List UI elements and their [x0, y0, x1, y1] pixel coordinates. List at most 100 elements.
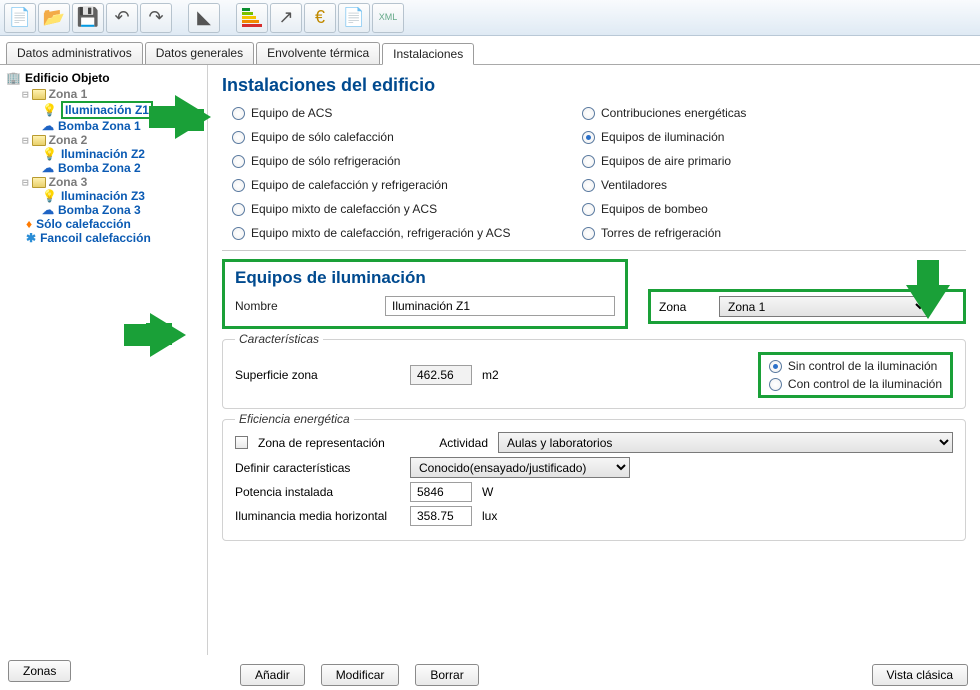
name-label: Nombre [235, 299, 375, 313]
opt-label: Ventiladores [601, 178, 667, 192]
tree-root[interactable]: 🏢 Edificio Objeto [2, 69, 205, 87]
classic-view-button[interactable]: Vista clásica [872, 664, 968, 686]
ilum-unit: lux [482, 509, 497, 523]
tree-item-label: Sólo calefacción [36, 217, 131, 231]
rep-label: Zona de representación [258, 436, 408, 450]
tab-envelope[interactable]: Envolvente térmica [256, 42, 380, 64]
opt-acs[interactable]: Equipo de ACS [232, 106, 582, 120]
opt-label: Equipo de sólo refrigeración [251, 154, 400, 168]
folder-icon [32, 177, 46, 188]
activity-label: Actividad [418, 436, 488, 450]
zone-select[interactable]: Zona 1 [719, 296, 929, 317]
opt-label: Sin control de la iluminación [788, 359, 937, 373]
opt-label: Equipos de iluminación [601, 130, 724, 144]
opt-label: Equipo mixto de calefacción y ACS [251, 202, 437, 216]
def-select[interactable]: Conocido(ensayado/justificado) [410, 457, 630, 478]
tree-item-label: Bomba Zona 3 [58, 203, 141, 217]
cost-icon[interactable]: € [304, 3, 336, 33]
ilum-label: Iluminancia media horizontal [235, 509, 400, 523]
opt-calef-refrig[interactable]: Equipo de calefacción y refrigeración [232, 178, 582, 192]
opt-label: Equipos de bombeo [601, 202, 708, 216]
zone-label: Zona [659, 300, 709, 314]
undo-icon[interactable]: ↶ [106, 3, 138, 33]
panel-title: Equipos de iluminación [235, 268, 615, 288]
tree-item-label: Fancoil calefacción [40, 231, 151, 245]
opt-contrib[interactable]: Contribuciones energéticas [582, 106, 912, 120]
folder-icon [32, 89, 46, 100]
pot-input[interactable] [410, 482, 472, 502]
caracteristicas-fieldset: Características Superficie zona m2 Sin c… [222, 339, 966, 409]
opt-label: Contribuciones energéticas [601, 106, 746, 120]
opt-label: Con control de la iluminación [788, 377, 942, 391]
new-file-icon[interactable]: 📄 [4, 3, 36, 33]
tree-item-label: Bomba Zona 2 [58, 161, 141, 175]
tree-root-label: Edificio Objeto [25, 71, 110, 85]
opt-mixto-all[interactable]: Equipo mixto de calefacción, refrigeraci… [232, 226, 582, 240]
opt-con-control[interactable]: Con control de la iluminación [769, 377, 942, 391]
tree-item-fancoil[interactable]: ✱ Fancoil calefacción [2, 231, 205, 245]
equipment-type-group: Equipo de ACS Contribuciones energéticas… [222, 104, 966, 251]
redo-icon[interactable]: ↷ [140, 3, 172, 33]
flame-icon: ♦ [26, 217, 32, 231]
fieldset-legend: Eficiencia energética [235, 412, 354, 426]
bulb-icon: 💡 [42, 189, 57, 203]
pump-icon: ☁ [42, 161, 54, 175]
main-toolbar: 📄 📂 💾 ↶ ↷ ◣ ↗ € 📄 XML [0, 0, 980, 36]
xml-icon[interactable]: XML [372, 3, 404, 33]
opt-torres[interactable]: Torres de refrigeración [582, 226, 912, 240]
opt-bombeo[interactable]: Equipos de bombeo [582, 202, 912, 216]
opt-aire[interactable]: Equipos de aire primario [582, 154, 912, 168]
opt-calef[interactable]: Equipo de sólo calefacción [232, 130, 582, 144]
tree-zone-label: Zona 3 [49, 175, 88, 189]
opt-label: Equipo de calefacción y refrigeración [251, 178, 448, 192]
opt-label: Torres de refrigeración [601, 226, 721, 240]
improve-icon[interactable]: ↗ [270, 3, 302, 33]
zones-button[interactable]: Zonas [8, 660, 71, 682]
tab-installations[interactable]: Instalaciones [382, 43, 474, 65]
tab-bar: Datos administrativos Datos generales En… [0, 36, 980, 65]
open-folder-icon[interactable]: 📂 [38, 3, 70, 33]
fan-icon: ✱ [26, 231, 36, 245]
tree-item-bomba-z3[interactable]: ☁ Bomba Zona 3 [2, 203, 205, 217]
fieldset-legend: Características [235, 332, 323, 346]
opt-mixto-acs[interactable]: Equipo mixto de calefacción y ACS [232, 202, 582, 216]
tree-panel: 🏢 Edificio Objeto ⊟ Zona 1 💡 Iluminación… [0, 65, 208, 655]
pump-icon: ☁ [42, 203, 54, 217]
ilum-input[interactable] [410, 506, 472, 526]
bulb-icon: 💡 [42, 147, 57, 161]
surface-input [410, 365, 472, 385]
tree-zone-3[interactable]: ⊟ Zona 3 [2, 175, 205, 189]
folder-icon [32, 135, 46, 146]
bulb-icon: 💡 [42, 103, 57, 117]
opt-refrig[interactable]: Equipo de sólo refrigeración [232, 154, 582, 168]
tree-item-solo-calef[interactable]: ♦ Sólo calefacción [2, 217, 205, 231]
opt-label: Equipo de sólo calefacción [251, 130, 394, 144]
tree-item-ilum-z2[interactable]: 💡 Iluminación Z2 [2, 147, 205, 161]
section-title: Instalaciones del edificio [222, 75, 966, 96]
opt-label: Equipos de aire primario [601, 154, 731, 168]
tree-zone-label: Zona 2 [49, 133, 88, 147]
activity-select[interactable]: Aulas y laboratorios [498, 432, 953, 453]
delete-button[interactable]: Borrar [415, 664, 478, 686]
name-input[interactable] [385, 296, 615, 316]
tree-zone-label: Zona 1 [49, 87, 88, 101]
add-button[interactable]: Añadir [240, 664, 305, 686]
save-icon[interactable]: 💾 [72, 3, 104, 33]
library-icon[interactable]: ◣ [188, 3, 220, 33]
opt-ilum[interactable]: Equipos de iluminación [582, 130, 912, 144]
tree-item-ilum-z3[interactable]: 💡 Iluminación Z3 [2, 189, 205, 203]
tree-item-bomba-z2[interactable]: ☁ Bomba Zona 2 [2, 161, 205, 175]
energy-label-icon[interactable] [236, 3, 268, 33]
opt-sin-control[interactable]: Sin control de la iluminación [769, 359, 942, 373]
tab-general[interactable]: Datos generales [145, 42, 254, 64]
eficiencia-fieldset: Eficiencia energética Zona de representa… [222, 419, 966, 541]
rep-checkbox[interactable] [235, 436, 248, 449]
modify-button[interactable]: Modificar [321, 664, 400, 686]
opt-vent[interactable]: Ventiladores [582, 178, 912, 192]
tab-admin[interactable]: Datos administrativos [6, 42, 143, 64]
tree-item-label: Iluminación Z1 [61, 101, 153, 119]
report-icon[interactable]: 📄 [338, 3, 370, 33]
name-highlight-box: Equipos de iluminación Nombre [222, 259, 628, 329]
content-panel: Instalaciones del edificio Equipo de ACS… [208, 65, 980, 655]
pot-unit: W [482, 485, 493, 499]
